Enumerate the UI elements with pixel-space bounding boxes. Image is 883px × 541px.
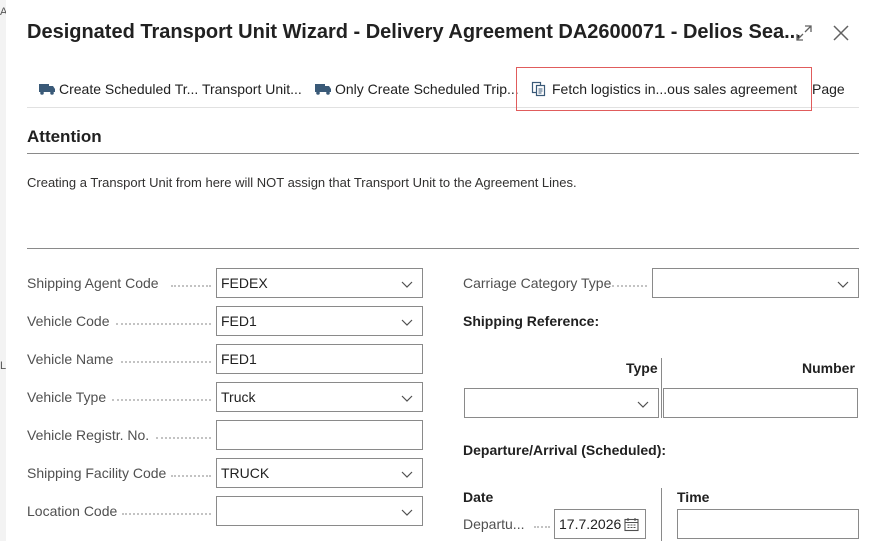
close-button[interactable] [830,22,852,44]
carriage-category-type-select[interactable] [652,268,859,298]
action-bar: Create Scheduled Tr... Transport Unit...… [27,67,859,111]
calendar-icon [624,518,639,532]
chevron-down-icon [401,509,413,516]
action-label: Fetch logistics in...ous sales agreement [552,81,798,97]
number-column-header: Number [802,360,855,376]
date-column-header: Date [463,489,494,505]
label-dots [171,285,211,287]
dialog-title: Designated Transport Unit Wizard - Deliv… [27,21,801,43]
attention-heading: Attention [27,127,102,146]
chevron-down-icon [637,401,649,408]
carriage-category-type-label: Carriage Category Type [463,275,612,291]
create-scheduled-trip-transport-unit-action[interactable]: Create Scheduled Tr... Transport Unit... [38,70,302,108]
vehicle-registr-no-input[interactable] [216,420,423,450]
label-dots [121,361,211,363]
field-value: FEDEX [221,275,268,291]
action-label: Only Create Scheduled Trip... [335,81,519,97]
label-dots [534,526,550,528]
time-column-header: Time [677,489,710,505]
action-label: Create Scheduled Tr... Transport Unit... [59,81,302,97]
vehicle-type-label: Vehicle Type [27,389,107,405]
label-dots [116,323,211,325]
copy-documents-icon [531,81,549,97]
label-dots [122,513,211,515]
location-code-select[interactable] [216,496,423,526]
shipping-facility-code-select[interactable]: TRUCK [216,458,423,488]
field-value: Truck [221,389,256,405]
label-dots [156,437,211,439]
shipping-facility-code-label: Shipping Facility Code [27,465,167,481]
truck-icon [38,82,56,96]
shipping-reference-number-input[interactable] [663,388,858,418]
expand-icon [796,25,812,41]
action-label: Page [812,81,845,97]
attention-message: Creating a Transport Unit from here will… [27,175,577,190]
field-value: FED1 [221,313,257,329]
departure-date-input[interactable]: 17.7.2026 [554,509,646,539]
vehicle-name-input[interactable]: FED1 [216,344,423,374]
truck-icon [314,82,332,96]
wizard-dialog: Designated Transport Unit Wizard - Deliv… [6,0,883,541]
chevron-down-icon [401,471,413,478]
fetch-logistics-action[interactable]: Fetch logistics in...ous sales agreement [516,67,812,111]
column-separator [661,488,662,541]
field-value: 17.7.2026 [559,516,621,532]
chevron-down-icon [401,395,413,402]
divider [27,153,859,154]
field-value: FED1 [221,351,257,367]
type-column-header: Type [626,360,658,376]
departure-date-label: Departu... [463,516,525,532]
vehicle-name-label: Vehicle Name [27,351,114,367]
chevron-down-icon [837,281,849,288]
departure-time-input[interactable] [677,509,859,539]
expand-button[interactable] [793,22,815,44]
page-menu[interactable]: Page [812,70,845,108]
chevron-down-icon [401,281,413,288]
label-dots [612,285,647,287]
location-code-label: Location Code [27,503,118,519]
chevron-down-icon [401,319,413,326]
shipping-agent-code-select[interactable]: FEDEX [216,268,423,298]
divider [27,248,859,249]
only-create-scheduled-trip-action[interactable]: Only Create Scheduled Trip... [314,70,519,108]
field-value: TRUCK [221,465,270,481]
shipping-reference-type-select[interactable] [464,388,659,418]
vehicle-registr-no-label: Vehicle Registr. No. [27,427,150,443]
vehicle-code-label: Vehicle Code [27,313,110,329]
column-separator [661,358,662,418]
vehicle-type-select[interactable]: Truck [216,382,423,412]
vehicle-code-select[interactable]: FED1 [216,306,423,336]
close-icon [833,25,849,41]
label-dots [171,475,211,477]
shipping-agent-code-label: Shipping Agent Code [27,275,159,291]
departure-arrival-heading: Departure/Arrival (Scheduled): [463,442,667,458]
shipping-reference-heading: Shipping Reference: [463,313,600,329]
label-dots [112,399,211,401]
